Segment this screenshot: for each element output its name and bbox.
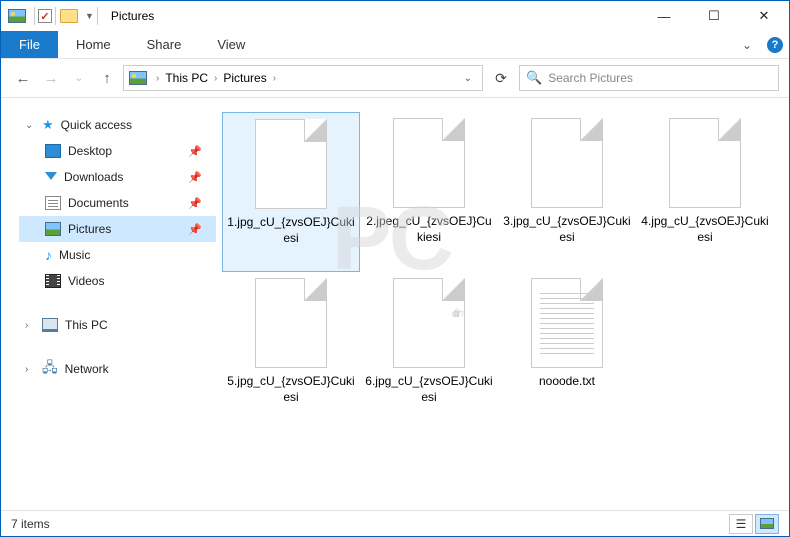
ribbon-expand-icon[interactable]: ⌄ [733, 31, 761, 58]
sidebar-item-network[interactable]: › 🖧 Network [19, 356, 216, 382]
file-item[interactable]: 5.jpg_cU_{zvsOEJ}Cukiesi [222, 272, 360, 432]
search-input[interactable]: 🔍 Search Pictures [519, 65, 779, 91]
expand-icon[interactable]: › [25, 364, 35, 375]
sidebar-item-desktop[interactable]: Desktop 📌 [19, 138, 216, 164]
file-item[interactable]: 3.jpg_cU_{zvsOEJ}Cukiesi [498, 112, 636, 272]
pin-icon: 📌 [188, 171, 202, 184]
close-button[interactable]: ✕ [739, 1, 789, 31]
forward-button[interactable]: → [39, 66, 63, 90]
file-icon [669, 118, 741, 208]
sidebar-item-videos[interactable]: Videos [19, 268, 216, 294]
sidebar-item-music[interactable]: ♪ Music [19, 242, 216, 268]
file-item[interactable]: 1.jpg_cU_{zvsOEJ}Cukiesi [222, 112, 360, 272]
sidebar-item-pictures[interactable]: Pictures 📌 [19, 216, 216, 242]
star-icon: ★ [42, 117, 54, 133]
file-item[interactable]: 4.jpg_cU_{zvsOEJ}Cukiesi [636, 112, 774, 272]
up-button[interactable]: ↑ [95, 66, 119, 90]
sidebar-item-label: Music [59, 248, 90, 262]
tab-home[interactable]: Home [58, 31, 129, 58]
ribbon: File Home Share View ⌄ ? [1, 31, 789, 59]
music-icon: ♪ [45, 247, 52, 263]
video-icon [45, 274, 61, 288]
sidebar-item-quickaccess[interactable]: ⌄ ★ Quick access [19, 112, 216, 138]
file-icon [531, 118, 603, 208]
explorer-window: PCrisk.com ✓ ▼ Pictures — ☐ ✕ File Home … [0, 0, 790, 537]
file-item[interactable]: 6.jpg_cU_{zvsOEJ}Cukiesi [360, 272, 498, 432]
file-label: 1.jpg_cU_{zvsOEJ}Cukiesi [227, 215, 355, 246]
recent-caret-icon[interactable]: ⌄ [67, 66, 91, 90]
status-bar: 7 items ☰ [1, 510, 789, 536]
expand-icon[interactable]: › [25, 320, 35, 331]
sidebar-item-thispc[interactable]: › This PC [19, 312, 216, 338]
file-label: 5.jpg_cU_{zvsOEJ}Cukiesi [226, 374, 356, 405]
sidebar-item-downloads[interactable]: Downloads 📌 [19, 164, 216, 190]
qat-caret-icon[interactable]: ▼ [85, 11, 94, 21]
location-icon [128, 70, 148, 86]
file-list[interactable]: 1.jpg_cU_{zvsOEJ}Cukiesi 2.jpeg_cU_{zvsOE… [216, 98, 789, 510]
explorer-body: ⌄ ★ Quick access Desktop 📌 Downloads 📌 Doc… [1, 97, 789, 510]
pc-icon [42, 318, 58, 332]
icons-view-button[interactable] [755, 514, 779, 534]
navigation-pane: ⌄ ★ Quick access Desktop 📌 Downloads 📌 Doc… [1, 98, 216, 510]
file-label: 4.jpg_cU_{zvsOEJ}Cukiesi [640, 214, 770, 245]
breadcrumb-thispc[interactable]: This PC [163, 71, 210, 85]
address-caret-icon[interactable]: ⌄ [458, 73, 478, 84]
divider [34, 7, 35, 25]
pin-icon: 📌 [188, 145, 202, 158]
file-icon [255, 278, 327, 368]
search-placeholder: Search Pictures [548, 71, 633, 85]
chevron-right-icon[interactable]: › [154, 73, 161, 84]
file-label: 6.jpg_cU_{zvsOEJ}Cukiesi [364, 374, 494, 405]
breadcrumb-pictures[interactable]: Pictures [221, 71, 268, 85]
address-bar[interactable]: › This PC › Pictures › ⌄ [123, 65, 483, 91]
maximize-button[interactable]: ☐ [689, 1, 739, 31]
divider [97, 7, 98, 25]
minimize-button[interactable]: — [639, 1, 689, 31]
divider [55, 7, 56, 25]
sidebar-item-label: Videos [68, 274, 104, 288]
pin-icon: 📌 [188, 197, 202, 210]
qat-properties-icon[interactable]: ✓ [38, 9, 52, 23]
network-icon: 🖧 [42, 357, 58, 381]
desktop-icon [45, 144, 61, 158]
sidebar-item-label: Network [65, 362, 109, 376]
file-item[interactable]: nooode.txt [498, 272, 636, 432]
chevron-right-icon[interactable]: › [271, 73, 278, 84]
qat-folder-icon[interactable] [59, 8, 79, 24]
tab-share[interactable]: Share [129, 31, 200, 58]
pictures-icon [45, 222, 61, 236]
text-file-icon [531, 278, 603, 368]
file-item[interactable]: 2.jpeg_cU_{zvsOEJ}Cukiesi [360, 112, 498, 272]
sidebar-item-label: This PC [65, 318, 108, 332]
file-icon [393, 118, 465, 208]
sidebar-item-label: Documents [68, 196, 129, 210]
file-label: nooode.txt [539, 374, 595, 390]
refresh-button[interactable]: ⟳ [487, 65, 515, 91]
item-count: 7 items [11, 517, 50, 531]
file-icon [255, 119, 327, 209]
file-menu[interactable]: File [1, 31, 58, 58]
file-icon [393, 278, 465, 368]
sidebar-item-label: Pictures [68, 222, 111, 236]
pin-icon: 📌 [188, 223, 202, 236]
sidebar-item-label: Quick access [61, 118, 132, 132]
help-button[interactable]: ? [761, 31, 789, 58]
document-icon [45, 196, 61, 210]
sidebar-item-label: Downloads [64, 170, 123, 184]
back-button[interactable]: ← [11, 66, 35, 90]
sidebar-item-documents[interactable]: Documents 📌 [19, 190, 216, 216]
chevron-right-icon[interactable]: › [212, 73, 219, 84]
search-icon: 🔍 [526, 70, 542, 86]
address-bar-row: ← → ⌄ ↑ › This PC › Pictures › ⌄ ⟳ 🔍 Sea… [1, 59, 789, 97]
details-view-button[interactable]: ☰ [729, 514, 753, 534]
file-label: 2.jpeg_cU_{zvsOEJ}Cukiesi [364, 214, 494, 245]
titlebar: ✓ ▼ Pictures — ☐ ✕ [1, 1, 789, 31]
tab-view[interactable]: View [199, 31, 263, 58]
sidebar-item-label: Desktop [68, 144, 112, 158]
file-label: 3.jpg_cU_{zvsOEJ}Cukiesi [502, 214, 632, 245]
collapse-icon[interactable]: ⌄ [25, 120, 35, 131]
window-icon [7, 8, 27, 24]
window-title: Pictures [111, 9, 154, 23]
download-icon [45, 172, 57, 186]
